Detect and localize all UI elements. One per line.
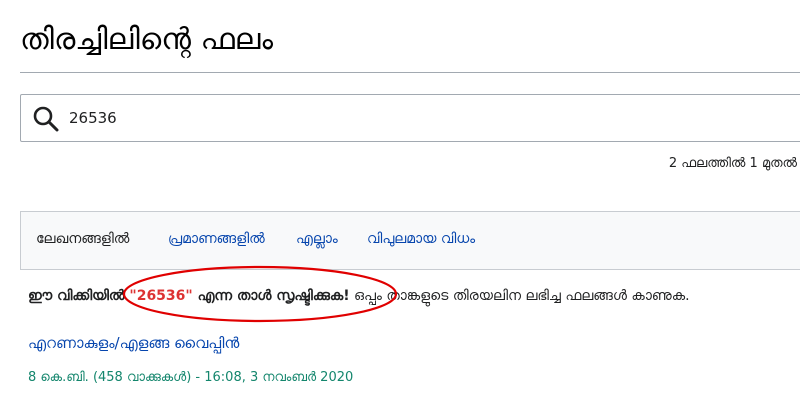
filter-everything[interactable]: എല്ലാം bbox=[296, 231, 338, 247]
result-meta: 8 കെ.ബി. (458 വാക്കുകൾ) - 16:08, 3 നവംബർ… bbox=[28, 370, 354, 385]
filter-multimedia[interactable]: പ്രമാണങ്ങളിൽ bbox=[168, 231, 265, 247]
search-results-page: തിരച്ചിലിന്റെ ഫലം 2 ഫലത്തിൽ 1 മുതൽ ലേഖനങ… bbox=[0, 0, 800, 416]
result-link[interactable]: എറണാകുളം/എളങ്ങ വൈപ്പിൻ bbox=[28, 334, 239, 352]
filter-advanced[interactable]: വിപുലമായ വിധം bbox=[367, 231, 475, 247]
result-count: 2 ഫലത്തിൽ 1 മുതൽ bbox=[668, 156, 797, 171]
search-box[interactable] bbox=[20, 94, 800, 142]
filter-content-pages[interactable]: ലേഖനങ്ങളിൽ bbox=[36, 231, 129, 247]
page-title: തിരച്ചിലിന്റെ ഫലം bbox=[20, 22, 274, 57]
notice-prefix: ഈ വിക്കിയിൽ bbox=[28, 288, 130, 304]
search-filter-bar: ലേഖനങ്ങളിൽ പ്രമാണങ്ങളിൽ എല്ലാം വിപുലമായ … bbox=[20, 211, 800, 270]
search-icon[interactable] bbox=[31, 104, 61, 134]
search-input[interactable] bbox=[69, 105, 769, 131]
title-divider bbox=[20, 72, 800, 73]
notice-suffix: ഒപ്പം താങ്കളുടെ തിരയലിന ലഭിച്ച ഫലങ്ങൾ കാ… bbox=[349, 288, 690, 304]
annotation-ellipse bbox=[122, 265, 398, 323]
